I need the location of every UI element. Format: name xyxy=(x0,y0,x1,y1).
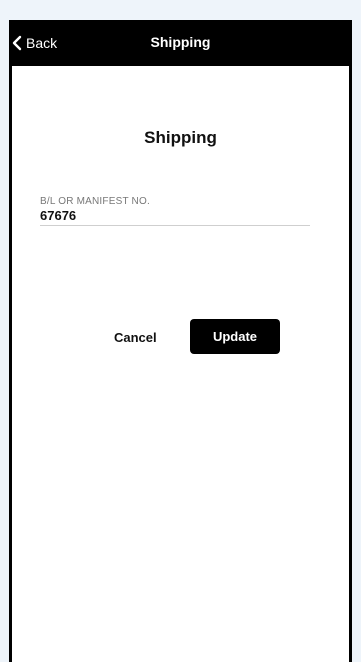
bl-manifest-field[interactable]: B/L OR MANIFEST NO. 67676 xyxy=(40,196,310,226)
page-title: Shipping xyxy=(144,128,217,147)
nav-title: Shipping xyxy=(150,34,211,50)
update-button[interactable]: Update xyxy=(190,319,280,354)
bl-manifest-input[interactable]: 67676 xyxy=(40,208,310,226)
cancel-button[interactable]: Cancel xyxy=(114,330,157,345)
device-frame: Back Shipping Shipping B/L OR MANIFEST N… xyxy=(9,20,352,662)
bl-manifest-label: B/L OR MANIFEST NO. xyxy=(40,196,150,207)
content-area: Shipping B/L OR MANIFEST NO. 67676 Cance… xyxy=(12,66,349,662)
nav-bar: Back Shipping xyxy=(9,20,352,66)
